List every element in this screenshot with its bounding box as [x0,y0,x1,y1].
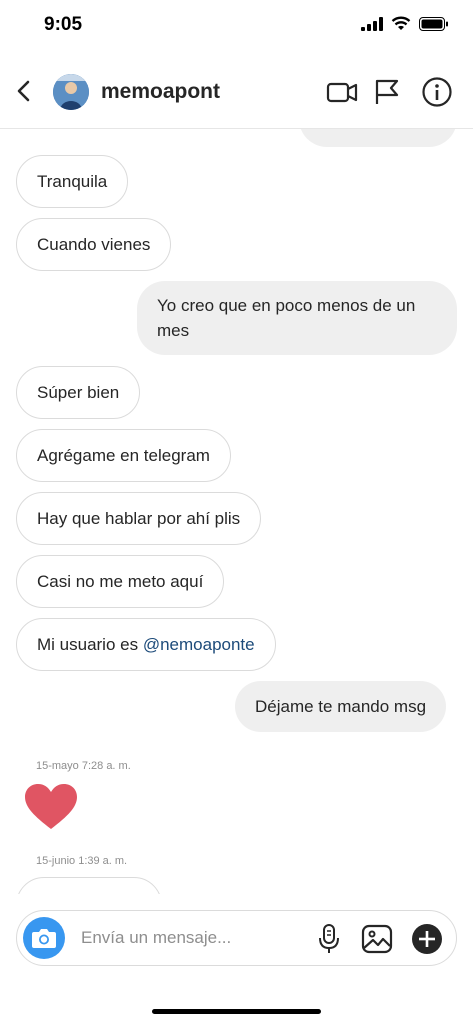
gallery-icon[interactable] [361,923,393,955]
message-text: Mi usuario es [37,635,143,654]
incoming-message[interactable]: Mi usuario es @nemoaponte [16,618,276,671]
video-call-icon[interactable] [326,76,358,108]
avatar[interactable] [53,74,89,110]
microphone-icon[interactable] [317,923,341,955]
incoming-message[interactable]: Agrégame en telegram [16,429,231,482]
home-indicator[interactable] [152,1009,321,1014]
chat-username[interactable]: memoapont [101,80,220,104]
signal-icon [361,16,383,31]
mention-link[interactable]: @nemoaponte [143,635,255,654]
heart-icon[interactable] [24,783,78,831]
outgoing-message[interactable]: Déjame te mando msg [235,681,447,732]
camera-icon [32,929,56,948]
info-icon[interactable] [421,76,453,108]
incoming-message[interactable]: Cuando vienes [16,218,172,271]
report-flag-icon[interactable] [373,76,401,108]
camera-button[interactable] [23,917,65,959]
profile-photo [53,74,89,110]
message-input[interactable]: Envía un mensaje... [81,928,231,948]
status-time: 9:05 [44,14,83,35]
outgoing-message-partial[interactable] [299,129,457,147]
incoming-message-partial[interactable] [16,877,162,894]
message-composer[interactable]: Envía un mensaje... [16,910,457,966]
status-bar: 9:05 [0,0,473,52]
wifi-icon [391,16,411,30]
incoming-message[interactable]: Hay que hablar por ahí plis [16,492,262,545]
chat-header: memoapont [0,58,473,129]
incoming-message[interactable]: Súper bien [16,366,141,419]
back-arrow-icon[interactable] [12,76,38,106]
message-timestamp: 15-mayo 7:28 a. m. [36,760,131,772]
message-list[interactable]: Tranquila Cuando vienes Yo creo que en p… [0,129,473,894]
add-more-icon[interactable] [411,923,443,955]
battery-icon [419,16,448,31]
status-icons [361,16,449,31]
message-timestamp: 15-junio 1:39 a. m. [36,855,128,867]
message-line: Yo creo que en poco menos de un [157,296,416,315]
outgoing-message[interactable]: Yo creo que en poco menos de un mes [137,281,457,355]
incoming-message[interactable]: Tranquila [16,155,129,208]
message-line: mes [157,321,190,340]
incoming-message[interactable]: Casi no me meto aquí [16,555,225,608]
